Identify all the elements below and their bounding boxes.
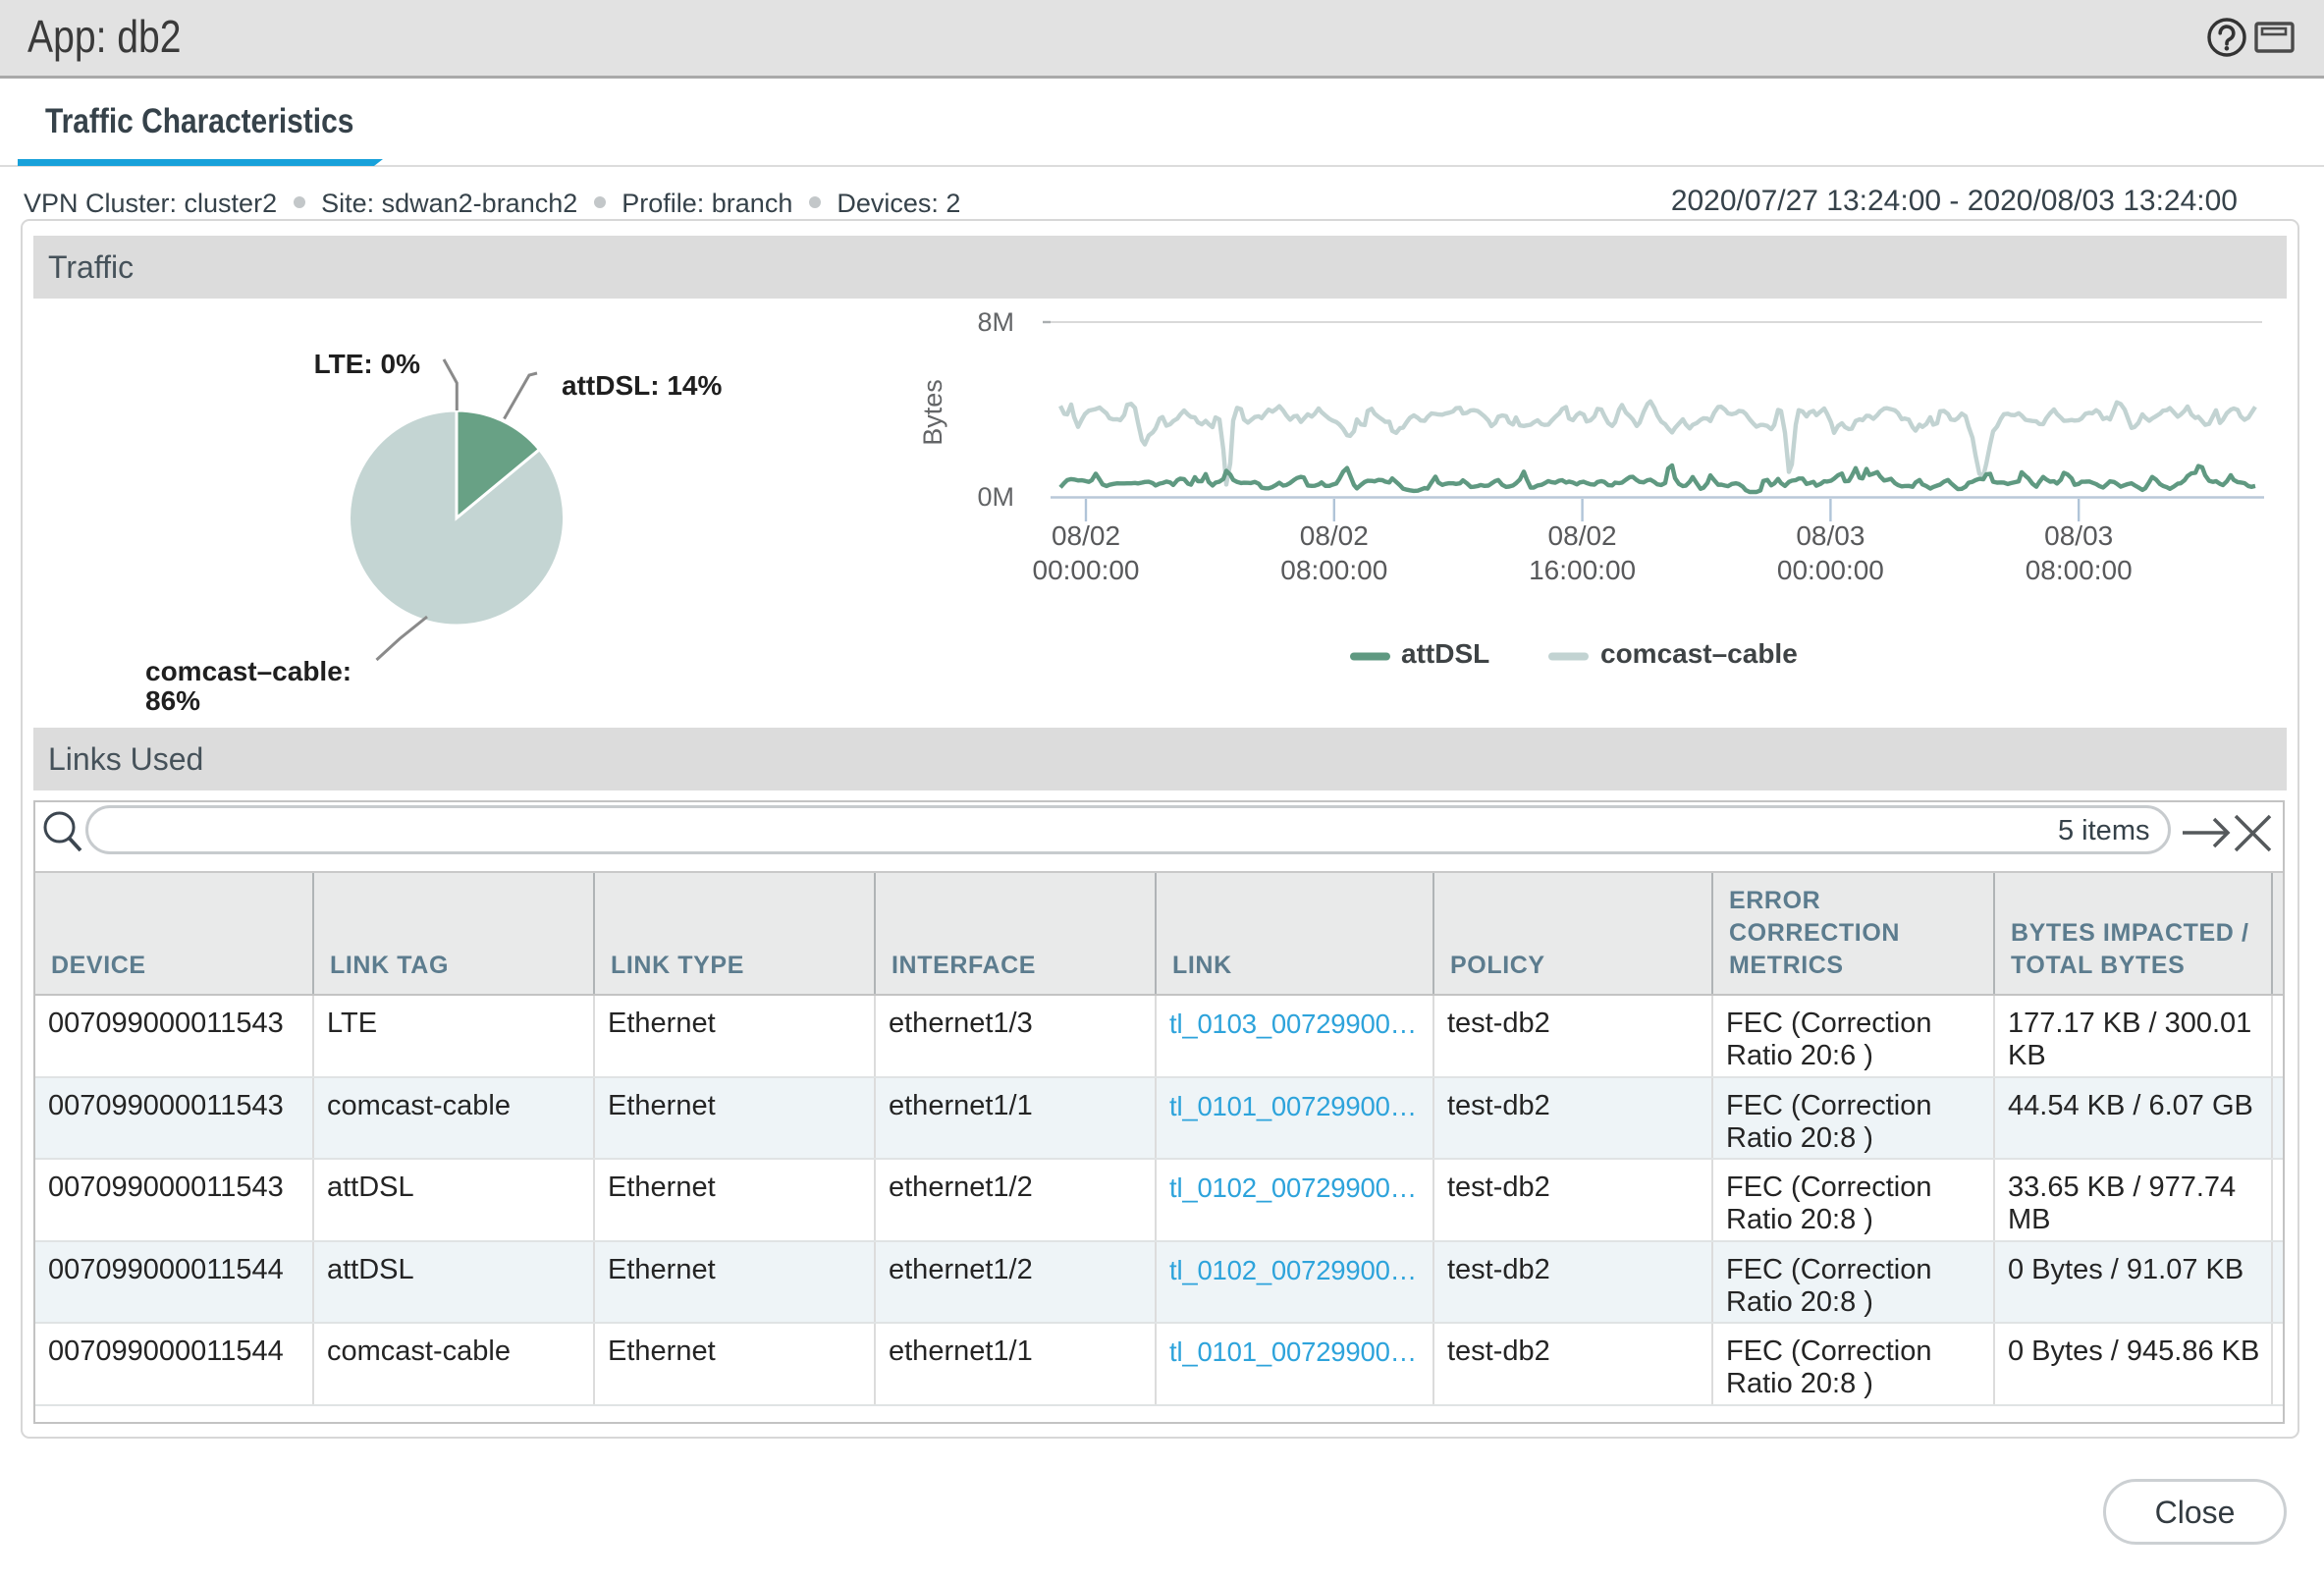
svg-text:86%: 86% <box>145 685 200 716</box>
svg-text:08/02: 08/02 <box>1548 520 1617 551</box>
svg-text:8M: 8M <box>977 307 1014 337</box>
svg-text:08:00:00: 08:00:00 <box>2026 555 2133 585</box>
svg-text:08/02: 08/02 <box>1300 520 1369 551</box>
svg-text:comcast–cable:: comcast–cable: <box>145 656 351 686</box>
svg-text:comcast–cable: comcast–cable <box>1600 638 1798 669</box>
svg-text:08:00:00: 08:00:00 <box>1280 555 1387 585</box>
svg-text:08/03: 08/03 <box>2044 520 2113 551</box>
svg-text:LTE: 0%: LTE: 0% <box>314 349 420 379</box>
svg-text:08/02: 08/02 <box>1052 520 1120 551</box>
svg-text:08/03: 08/03 <box>1796 520 1865 551</box>
svg-text:attDSL: attDSL <box>1401 638 1489 669</box>
svg-text:attDSL: 14%: attDSL: 14% <box>562 370 722 401</box>
svg-text:16:00:00: 16:00:00 <box>1529 555 1636 585</box>
svg-text:0M: 0M <box>977 482 1014 512</box>
svg-text:00:00:00: 00:00:00 <box>1033 555 1140 585</box>
svg-text:00:00:00: 00:00:00 <box>1777 555 1884 585</box>
svg-text:Bytes: Bytes <box>918 379 947 446</box>
